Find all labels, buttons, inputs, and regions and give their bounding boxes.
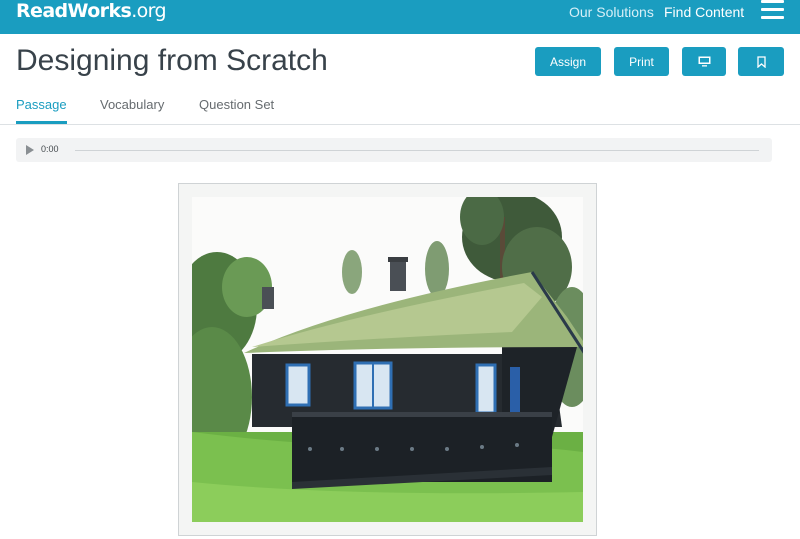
bookmark-icon [756,55,766,68]
logo-org: .org [131,0,166,22]
tabs-divider [0,124,800,125]
tab-vocabulary[interactable]: Vocabulary [100,97,164,112]
bookmark-button[interactable] [738,47,784,76]
nav-our-solutions[interactable]: Our Solutions [569,4,654,20]
tab-passage[interactable]: Passage [16,97,67,112]
page-title: Designing from Scratch [16,44,328,77]
monitor-icon [698,56,710,67]
audio-player: 0:00 [16,138,772,162]
readworks-logo[interactable]: ReadWorks.org [16,0,167,22]
top-navigation-bar: ReadWorks.org Our Solutions Find Content [0,0,800,34]
assign-button[interactable]: Assign [535,47,601,76]
cabin-photo-illustration [192,197,583,522]
passage-photo [192,197,583,522]
passage-image-frame [178,183,597,536]
audio-progress-track[interactable] [75,150,759,151]
tab-question-set[interactable]: Question Set [199,97,274,112]
logo-wordmark: ReadWorks [16,0,132,22]
hamburger-menu-icon[interactable] [761,0,784,20]
present-button[interactable] [682,47,726,76]
play-icon[interactable] [26,145,34,155]
audio-time: 0:00 [41,144,59,154]
nav-find-content[interactable]: Find Content [664,4,744,20]
print-button[interactable]: Print [614,47,669,76]
